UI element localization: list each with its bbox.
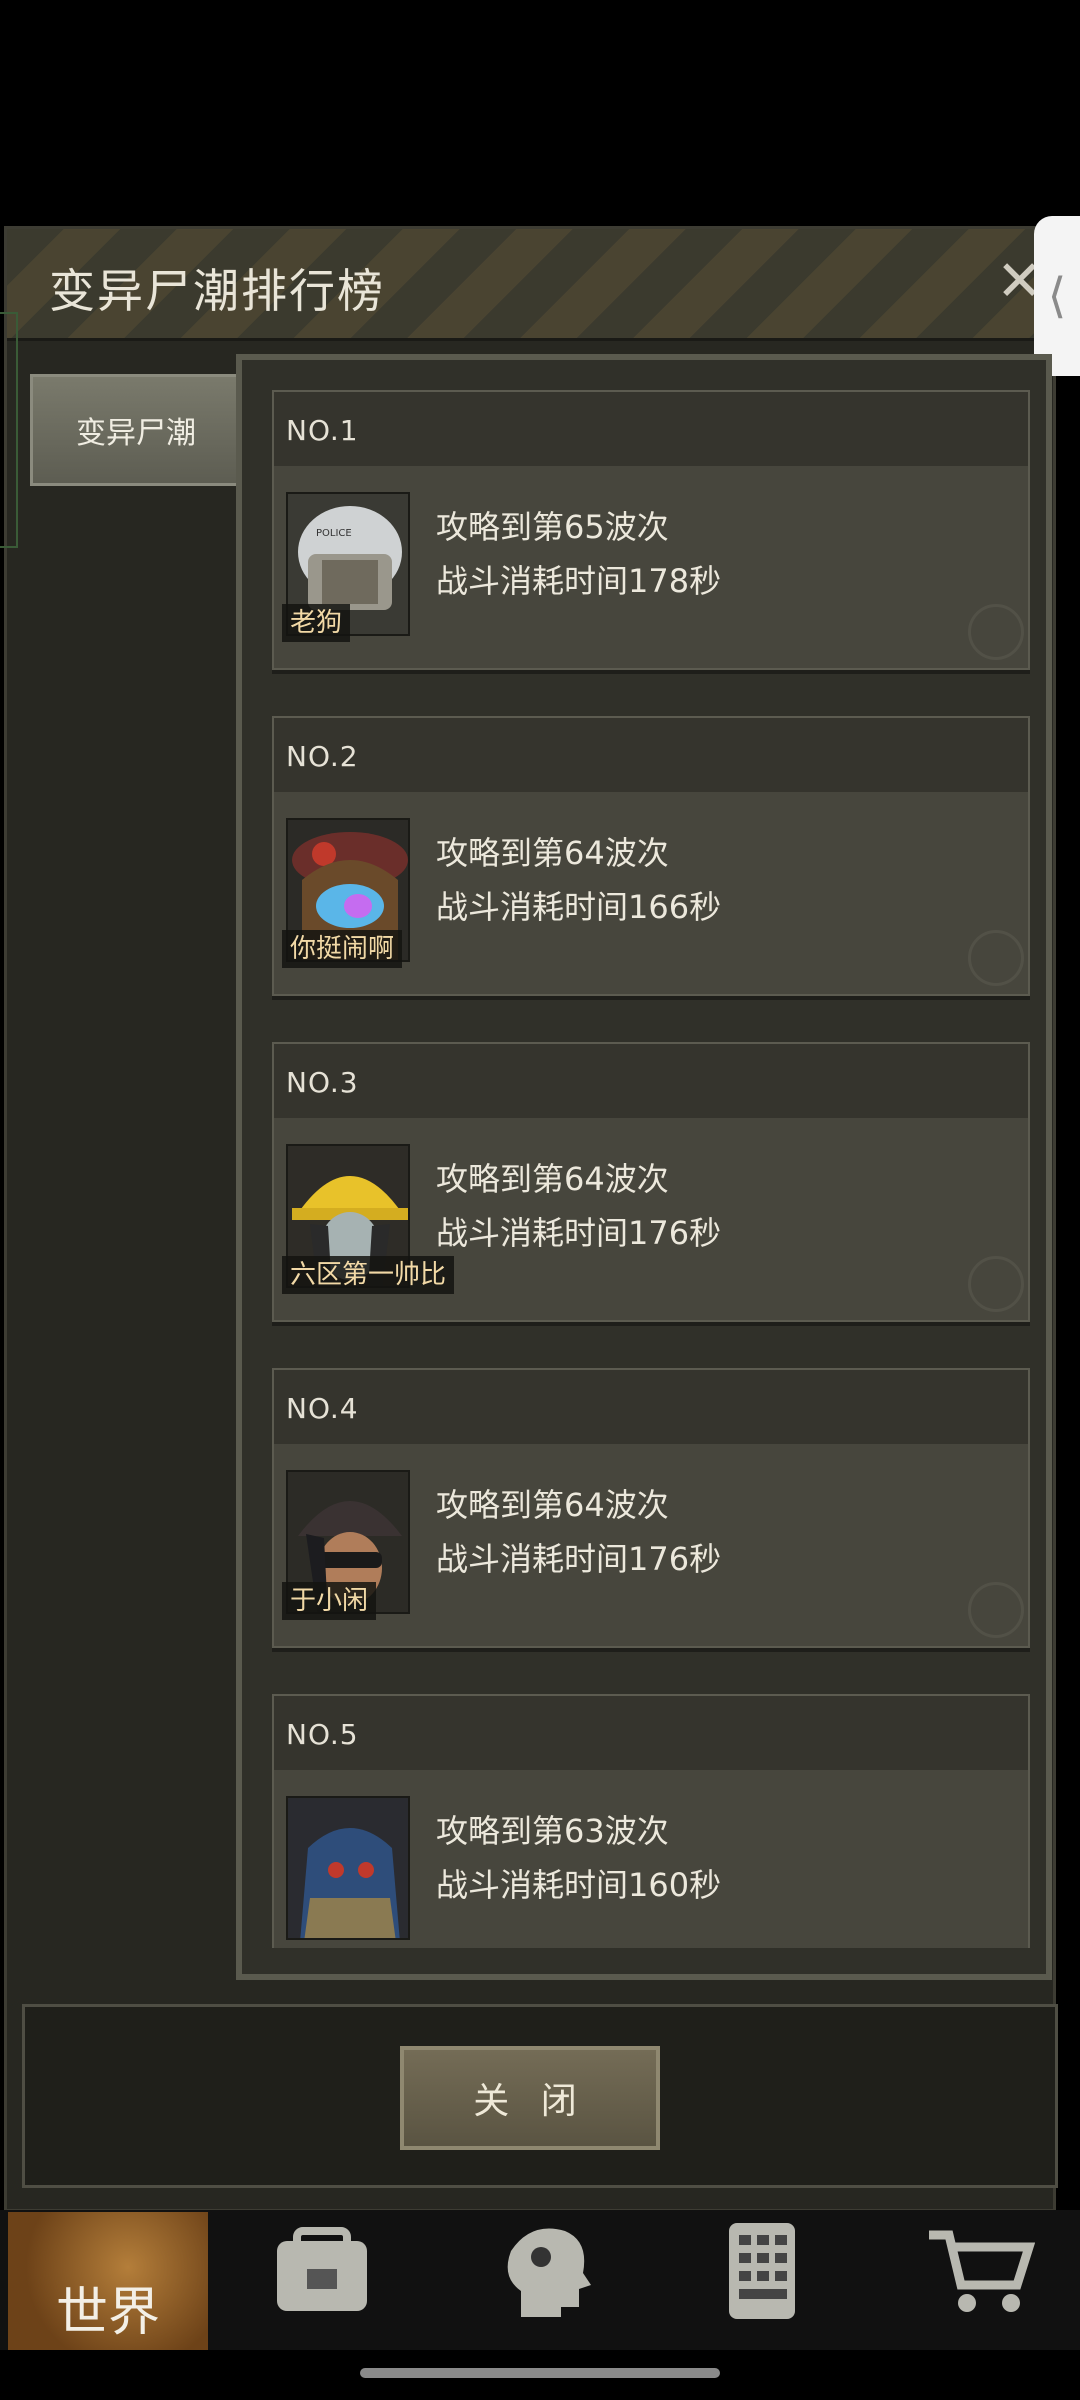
avatar[interactable] (286, 1796, 410, 1940)
wave-progress: 攻略到第65波次 (436, 508, 669, 546)
dialog-title: 变异尸潮排行榜 (49, 264, 385, 318)
rank-bar: NO.5 (274, 1696, 1028, 1770)
battle-time: 战斗消耗时间160秒 (436, 1866, 722, 1904)
cart-icon[interactable] (920, 2216, 1040, 2326)
close-button[interactable]: 关 闭 (400, 2046, 660, 2150)
rank-label: NO.5 (286, 1718, 359, 1751)
rank-bar: NO.1 (274, 392, 1028, 466)
home-indicator[interactable] (360, 2368, 720, 2378)
nav-world-label: 世界 (56, 2283, 161, 2343)
player-name: 六区第一帅比 (282, 1256, 455, 1294)
rank-label: NO.2 (286, 740, 359, 773)
list-item: NO.1 POLICE 老狗 攻略到第65波次 战斗消耗时间178秒 (272, 390, 1030, 670)
player-name: 你挺闹啊 (282, 930, 403, 968)
rank-bar: NO.4 (274, 1370, 1028, 1444)
rank-label: NO.3 (286, 1066, 359, 1099)
backpack-icon[interactable] (262, 2216, 382, 2326)
rank-bar: NO.2 (274, 718, 1028, 792)
wave-progress: 攻略到第63波次 (436, 1812, 669, 1850)
radiation-emblem-icon (968, 1256, 1024, 1312)
rank-label: NO.4 (286, 1392, 359, 1425)
battle-time: 战斗消耗时间176秒 (436, 1214, 722, 1252)
radiation-emblem-icon (968, 1582, 1024, 1638)
player-name: 老狗 (282, 604, 351, 642)
battle-time: 战斗消耗时间178秒 (436, 562, 722, 600)
wave-progress: 攻略到第64波次 (436, 1160, 669, 1198)
list-item: NO.4 于小闲 攻略到第64波次 战斗消耗时间176秒 (272, 1368, 1030, 1648)
svg-text:POLICE: POLICE (316, 528, 352, 539)
list-item: NO.2 你挺闹啊 攻略到第64波次 战斗消耗时间166秒 (272, 716, 1030, 996)
rank-bar: NO.3 (274, 1044, 1028, 1118)
wave-progress: 攻略到第64波次 (436, 834, 669, 872)
tab-mutant-horde[interactable]: 变异尸潮 (30, 374, 242, 486)
radiation-emblem-icon (968, 930, 1024, 986)
battle-time: 战斗消耗时间176秒 (436, 1540, 722, 1578)
head-icon[interactable] (486, 2216, 606, 2326)
side-edge-decoration (0, 312, 18, 548)
list-item: NO.3 六区第一帅比 攻略到第64波次 战斗消耗时间176秒 (272, 1042, 1030, 1322)
wave-progress: 攻略到第64波次 (436, 1486, 669, 1524)
dialog-titlebar: 变异尸潮排行榜 ✕ (7, 229, 1053, 341)
rank-label: NO.1 (286, 414, 359, 447)
phone-keypad-icon[interactable] (702, 2216, 822, 2326)
battle-time: 战斗消耗时间166秒 (436, 888, 722, 926)
nav-world-button[interactable]: 世界 (8, 2212, 208, 2350)
ranking-list-viewport: NO.1 POLICE 老狗 攻略到第65波次 战斗消耗时间178秒 NO.2 (252, 370, 1036, 1948)
chevron-left-icon: ⟨ (1047, 268, 1067, 324)
player-name: 于小闲 (282, 1582, 377, 1620)
list-item: NO.5 攻略到第63波次 战斗消耗时间160秒 (272, 1694, 1030, 1948)
ranking-list[interactable]: NO.1 POLICE 老狗 攻略到第65波次 战斗消耗时间178秒 NO.2 (236, 354, 1052, 1980)
radiation-emblem-icon (968, 604, 1024, 660)
side-drawer-handle[interactable]: ⟨ (1034, 216, 1080, 376)
